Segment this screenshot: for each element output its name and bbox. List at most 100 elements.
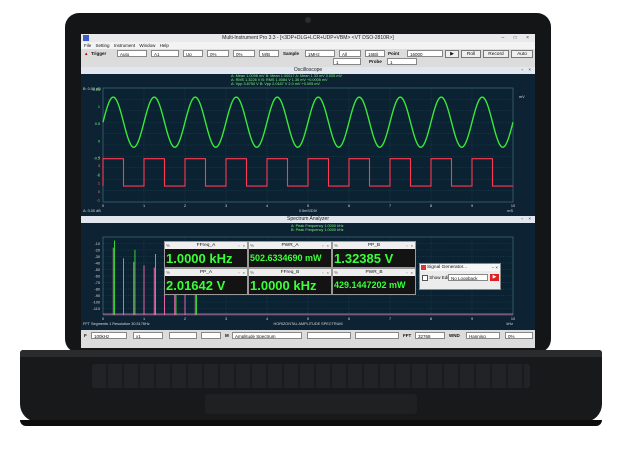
avg-field[interactable] xyxy=(355,332,399,339)
close-icon[interactable]: – × xyxy=(492,264,498,271)
menu-window[interactable]: Window xyxy=(139,43,155,48)
osc-square-trace xyxy=(102,158,513,187)
spec-y-tick: -20 xyxy=(95,248,101,252)
spec-y-tick: -90 xyxy=(95,294,101,298)
meter-name: PWR_B xyxy=(365,270,383,275)
trigger-level-field[interactable]: 0% xyxy=(207,50,229,57)
menu-file[interactable]: File xyxy=(84,43,91,48)
overlap-field[interactable]: 0% xyxy=(505,332,533,339)
oscilloscope-plot[interactable]: 0 1 2 3 4 5 6 7 8 9 100.1310.50-0.5-143210-1mV0.5m… xyxy=(81,74,535,216)
meter-name: PP_A xyxy=(199,270,213,275)
osc-x-tick: 10 xyxy=(511,204,515,208)
osc-x-tick: 5 xyxy=(307,204,309,208)
analysis-mode-select[interactable]: Amplitude Spectrum xyxy=(232,332,302,339)
waveform-select[interactable]: No Loopback xyxy=(448,274,488,281)
meter-icon: % xyxy=(166,270,171,275)
menu-help[interactable]: Help xyxy=(160,43,169,48)
channel-field[interactable] xyxy=(307,332,351,339)
meter-icon: % xyxy=(166,243,171,248)
probe-select[interactable]: 1 xyxy=(387,58,417,65)
signal-generator-window[interactable]: Signal Generator... – × Show Editor No L… xyxy=(419,263,501,290)
meter-controls[interactable]: ▫ × xyxy=(322,269,330,276)
spec-x-tick: 6 xyxy=(348,317,350,321)
osc-x-tick: 2 xyxy=(184,204,186,208)
meter-value: 2.01642 V xyxy=(166,278,226,293)
hinge xyxy=(20,350,602,357)
spec-x-tick: 7 xyxy=(389,317,391,321)
touchpad xyxy=(205,394,417,414)
gain-field[interactable] xyxy=(169,332,197,339)
meter-pwr-a[interactable]: % PWR_A ▫ × 502.6334690 mW xyxy=(248,241,332,268)
signal-generator-icon xyxy=(421,265,426,270)
spec-y-tick: -10 xyxy=(95,242,101,246)
freq-range-label: F xyxy=(84,333,87,338)
meter-pwr-b[interactable]: % PWR_B ▫ × 429.1447202 mW xyxy=(332,268,416,295)
menu-instrument[interactable]: Instrument xyxy=(114,43,135,48)
spec-x-tick: 8 xyxy=(430,317,432,321)
mode-label: M xyxy=(225,333,229,338)
spec-y-tick: -110 xyxy=(93,307,100,311)
laptop-base xyxy=(20,350,602,422)
meter-ffreq-a[interactable]: % FFreq_A ▫ × 1.0000 kHz xyxy=(164,241,248,268)
window-function-select[interactable]: Hanning xyxy=(466,332,500,339)
spec-y-tick: -70 xyxy=(95,281,101,285)
keyboard xyxy=(92,364,530,388)
meter-controls[interactable]: ▫ × xyxy=(406,242,414,249)
osc-x-tick: 9 xyxy=(471,204,473,208)
auto-button[interactable]: Auto xyxy=(511,50,533,58)
main-toolbar: ▲ Trigger Auto A1 Up 0% 0% M/B Sample 1M… xyxy=(81,49,535,79)
meter-pp-a[interactable]: % PP_A ▫ × 2.01642 V xyxy=(164,268,248,295)
osc-x-tick: 4 xyxy=(266,204,268,208)
pretrigger-field[interactable]: 0% xyxy=(233,50,255,57)
generator-play-button[interactable]: ▶ xyxy=(490,274,499,281)
continuous-field[interactable]: 1 xyxy=(333,58,361,65)
meter-value: 429.1447202 mW xyxy=(334,280,406,290)
meter-controls[interactable]: ▫ × xyxy=(238,269,246,276)
mode-select[interactable]: M/B xyxy=(259,50,279,57)
laptop-lid: Multi-Instrument Pro 3.3 - [<3DP+DLG+LCR… xyxy=(65,13,551,353)
run-button[interactable]: ▶ xyxy=(445,50,459,58)
meter-pp-b[interactable]: % PP_B ▫ × 1.32385 V xyxy=(332,241,416,268)
spec-y-tick: -60 xyxy=(95,274,101,278)
record-length-select[interactable]: All xyxy=(339,50,361,57)
menu-setting[interactable]: Setting xyxy=(96,43,110,48)
meter-ffreq-b[interactable]: % FFreq_B ▫ × 1.0000 kHz xyxy=(248,268,332,295)
window-titlebar: Multi-Instrument Pro 3.3 - [<3DP+DLG+LCR… xyxy=(81,34,535,42)
meter-value: 502.6334690 mW xyxy=(250,253,322,263)
osc-right-unit: mV xyxy=(519,95,525,99)
meter-controls[interactable]: ▫ × xyxy=(406,269,414,276)
meter-icon: % xyxy=(334,243,339,248)
range-b-select[interactable]: x1 xyxy=(133,332,163,339)
spec-y-tick: -100 xyxy=(92,300,100,304)
oscilloscope-window-controls[interactable]: ▫ × xyxy=(522,67,533,72)
osc-y-tick-b: 2 xyxy=(98,173,100,177)
osc-y-tick-a: 1 xyxy=(98,105,100,109)
osc-x-tick: 7 xyxy=(389,204,391,208)
osc-y-tick-b: 4 xyxy=(98,156,100,160)
window-controls[interactable]: – □ × xyxy=(502,34,534,42)
sample-rate-select[interactable]: 1MHz xyxy=(305,50,335,57)
probe-label: Probe xyxy=(369,59,382,64)
point-field[interactable]: 16000 xyxy=(407,50,443,57)
spectrum-window-controls[interactable]: ▫ × xyxy=(522,216,533,221)
fft-size-select[interactable]: 32768 xyxy=(415,332,445,339)
window-title: Multi-Instrument Pro 3.3 - [<3DP+DLG+LCR… xyxy=(222,35,394,41)
freq-range-select[interactable]: 100kHz xyxy=(91,332,127,339)
osc-y-tick-b: 1 xyxy=(98,181,100,185)
meter-controls[interactable]: ▫ × xyxy=(322,242,330,249)
trigger-source-select[interactable]: A1 xyxy=(151,50,179,57)
roll-button[interactable]: Roll xyxy=(461,50,481,58)
laptop-screen: Multi-Instrument Pro 3.3 - [<3DP+DLG+LCR… xyxy=(81,34,535,348)
meter-icon: % xyxy=(250,270,255,275)
spec-footer: FFT Segments 1 Resolution 30.5176Hz xyxy=(83,322,150,326)
show-editor-checkbox[interactable] xyxy=(422,274,428,281)
offset-field[interactable] xyxy=(201,332,221,339)
meter-controls[interactable]: ▫ × xyxy=(238,242,246,249)
record-button[interactable]: Record xyxy=(483,50,509,58)
menu-bar: File Setting Instrument Window Help xyxy=(81,42,535,49)
osc-corner-right: B: 0.00 dB xyxy=(83,87,101,91)
bits-select[interactable]: 16Bit xyxy=(365,50,385,57)
laptop-foot xyxy=(20,420,602,426)
trigger-edge-select[interactable]: Up xyxy=(183,50,203,57)
trigger-mode-select[interactable]: Auto xyxy=(117,50,147,57)
